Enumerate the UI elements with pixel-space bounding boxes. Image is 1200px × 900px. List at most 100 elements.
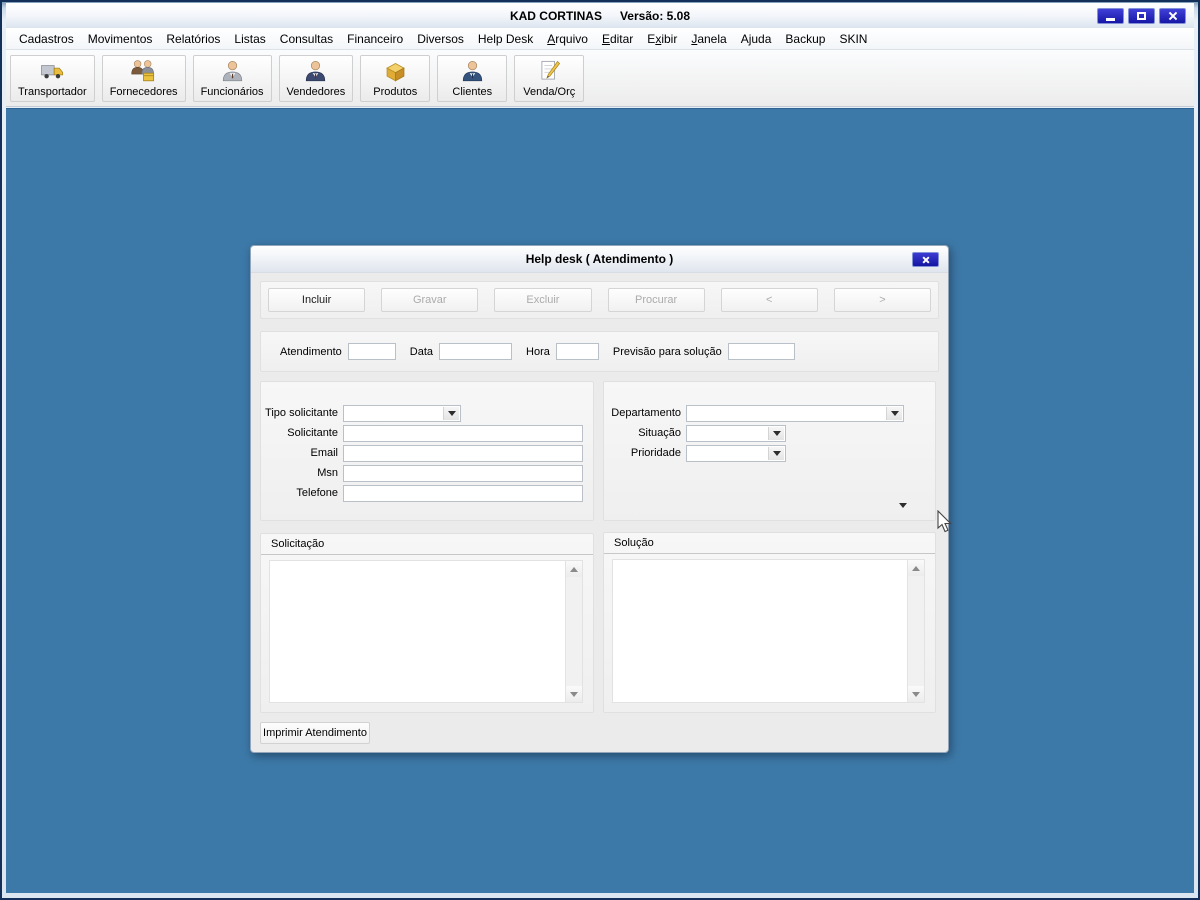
minimize-button[interactable] — [1097, 8, 1124, 24]
dropdown-arrow-icon[interactable] — [899, 503, 907, 508]
toolbar-button-venda-orc[interactable]: Venda/Orç — [514, 55, 584, 102]
main-toolbar: Transportador Fornecedores Funcionários — [6, 50, 1194, 107]
app-title: KAD CORTINAS — [510, 9, 602, 23]
menu-item-movimentos[interactable]: Movimentos — [81, 29, 160, 49]
chevron-down-icon — [773, 431, 781, 436]
menu-item-diversos[interactable]: Diversos — [410, 29, 471, 49]
toolbar-button-funcionarios[interactable]: Funcionários — [193, 55, 272, 102]
scroll-down-button[interactable] — [908, 686, 924, 702]
menu-item-relatorios[interactable]: Relatórios — [159, 29, 227, 49]
solicitacao-panel: Solicitação — [260, 533, 594, 713]
email-label: Email — [261, 447, 343, 459]
close-icon — [922, 256, 930, 264]
dialog-title: Help desk ( Atendimento ) — [526, 252, 674, 266]
atendimento-field[interactable] — [348, 343, 396, 360]
departamento-combobox[interactable] — [686, 405, 904, 422]
menu-item-cadastros[interactable]: Cadastros — [12, 29, 81, 49]
solicitacao-label: Solicitação — [261, 534, 593, 555]
dialog-title-bar[interactable]: Help desk ( Atendimento ) — [251, 246, 948, 273]
app-version: Versão: 5.08 — [620, 9, 690, 23]
excluir-button[interactable]: Excluir — [494, 288, 591, 312]
toolbar-button-clientes[interactable]: Clientes — [437, 55, 507, 102]
solucao-label: Solução — [604, 533, 935, 554]
solicitacao-scrollbar[interactable] — [565, 561, 582, 702]
previsao-field[interactable] — [728, 343, 795, 360]
dialog-close-button[interactable] — [912, 252, 939, 267]
gravar-button[interactable]: Gravar — [381, 288, 478, 312]
app-window: KAD CORTINAS Versão: 5.08 Cadastros Movi… — [0, 0, 1200, 900]
menu-item-janela[interactable]: Janela — [684, 29, 733, 49]
toolbar-button-transportador[interactable]: Transportador — [10, 55, 95, 102]
arrow-up-icon — [570, 567, 578, 572]
employee-icon — [219, 58, 246, 85]
chevron-down-icon — [448, 411, 456, 416]
situacao-label: Situação — [604, 427, 686, 439]
scroll-up-button[interactable] — [566, 561, 582, 577]
menu-item-editar[interactable]: Editar — [595, 29, 640, 49]
data-field[interactable] — [439, 343, 512, 360]
menu-item-skin[interactable]: SKIN — [832, 29, 874, 49]
help-desk-dialog: Help desk ( Atendimento ) Incluir Gravar… — [250, 245, 949, 753]
title-bar[interactable]: KAD CORTINAS Versão: 5.08 — [6, 3, 1194, 28]
mouse-cursor — [936, 510, 956, 534]
menu-bar: Cadastros Movimentos Relatórios Listas C… — [6, 28, 1194, 50]
toolbar-button-produtos[interactable]: Produtos — [360, 55, 430, 102]
salesperson-icon — [302, 58, 329, 85]
menu-item-help-desk[interactable]: Help Desk — [471, 29, 540, 49]
solicitante-label: Solicitante — [261, 427, 343, 439]
maximize-button[interactable] — [1128, 8, 1155, 24]
sale-pencil-icon — [536, 58, 563, 85]
arrow-down-icon — [912, 692, 920, 697]
maximize-icon — [1137, 12, 1146, 20]
data-label: Data — [410, 346, 433, 358]
imprimir-atendimento-button[interactable]: Imprimir Atendimento — [260, 722, 370, 744]
solucao-textarea[interactable] — [613, 560, 907, 702]
solucao-panel: Solução — [603, 532, 936, 713]
departamento-label: Departamento — [604, 407, 686, 419]
scroll-down-button[interactable] — [566, 686, 582, 702]
scroll-up-button[interactable] — [908, 560, 924, 576]
toolbar-button-fornecedores[interactable]: Fornecedores — [102, 55, 186, 102]
suppliers-icon — [130, 58, 157, 85]
next-record-button[interactable]: > — [834, 288, 931, 312]
menu-item-listas[interactable]: Listas — [227, 29, 272, 49]
requester-panel: Tipo solicitante Solicitante Email Msn T… — [260, 381, 594, 521]
solicitacao-textarea[interactable] — [270, 561, 565, 702]
menu-item-consultas[interactable]: Consultas — [273, 29, 340, 49]
client-icon — [459, 58, 486, 85]
tipo-solicitante-label: Tipo solicitante — [261, 407, 343, 419]
arrow-up-icon — [912, 566, 920, 571]
dialog-button-panel: Incluir Gravar Excluir Procurar < > — [260, 281, 939, 319]
menu-item-backup[interactable]: Backup — [778, 29, 832, 49]
telefone-field[interactable] — [343, 485, 583, 502]
procurar-button[interactable]: Procurar — [608, 288, 705, 312]
toolbar-button-vendedores[interactable]: Vendedores — [279, 55, 354, 102]
hora-label: Hora — [526, 346, 550, 358]
tipo-solicitante-combobox[interactable] — [343, 405, 461, 422]
hora-field[interactable] — [556, 343, 599, 360]
combo-dropdown-button[interactable] — [886, 407, 902, 420]
msn-field[interactable] — [343, 465, 583, 482]
situacao-combobox[interactable] — [686, 425, 786, 442]
combo-dropdown-button[interactable] — [443, 407, 459, 420]
classification-panel: Departamento Situação Prioridade — [603, 381, 936, 521]
menu-item-arquivo[interactable]: Arquivo — [540, 29, 595, 49]
email-field[interactable] — [343, 445, 583, 462]
incluir-button[interactable]: Incluir — [268, 288, 365, 312]
menu-item-ajuda[interactable]: Ajuda — [734, 29, 779, 49]
truck-icon — [39, 58, 66, 85]
chevron-down-icon — [773, 451, 781, 456]
combo-dropdown-button[interactable] — [768, 427, 784, 440]
chevron-down-icon — [891, 411, 899, 416]
prioridade-combobox[interactable] — [686, 445, 786, 462]
combo-dropdown-button[interactable] — [768, 447, 784, 460]
previous-record-button[interactable]: < — [721, 288, 818, 312]
solucao-scrollbar[interactable] — [907, 560, 924, 702]
close-button[interactable] — [1159, 8, 1186, 24]
menu-item-financeiro[interactable]: Financeiro — [340, 29, 410, 49]
product-box-icon — [382, 58, 409, 85]
solicitante-field[interactable] — [343, 425, 583, 442]
menu-item-exibir[interactable]: Exibir — [640, 29, 684, 49]
telefone-label: Telefone — [261, 487, 343, 499]
prioridade-label: Prioridade — [604, 447, 686, 459]
